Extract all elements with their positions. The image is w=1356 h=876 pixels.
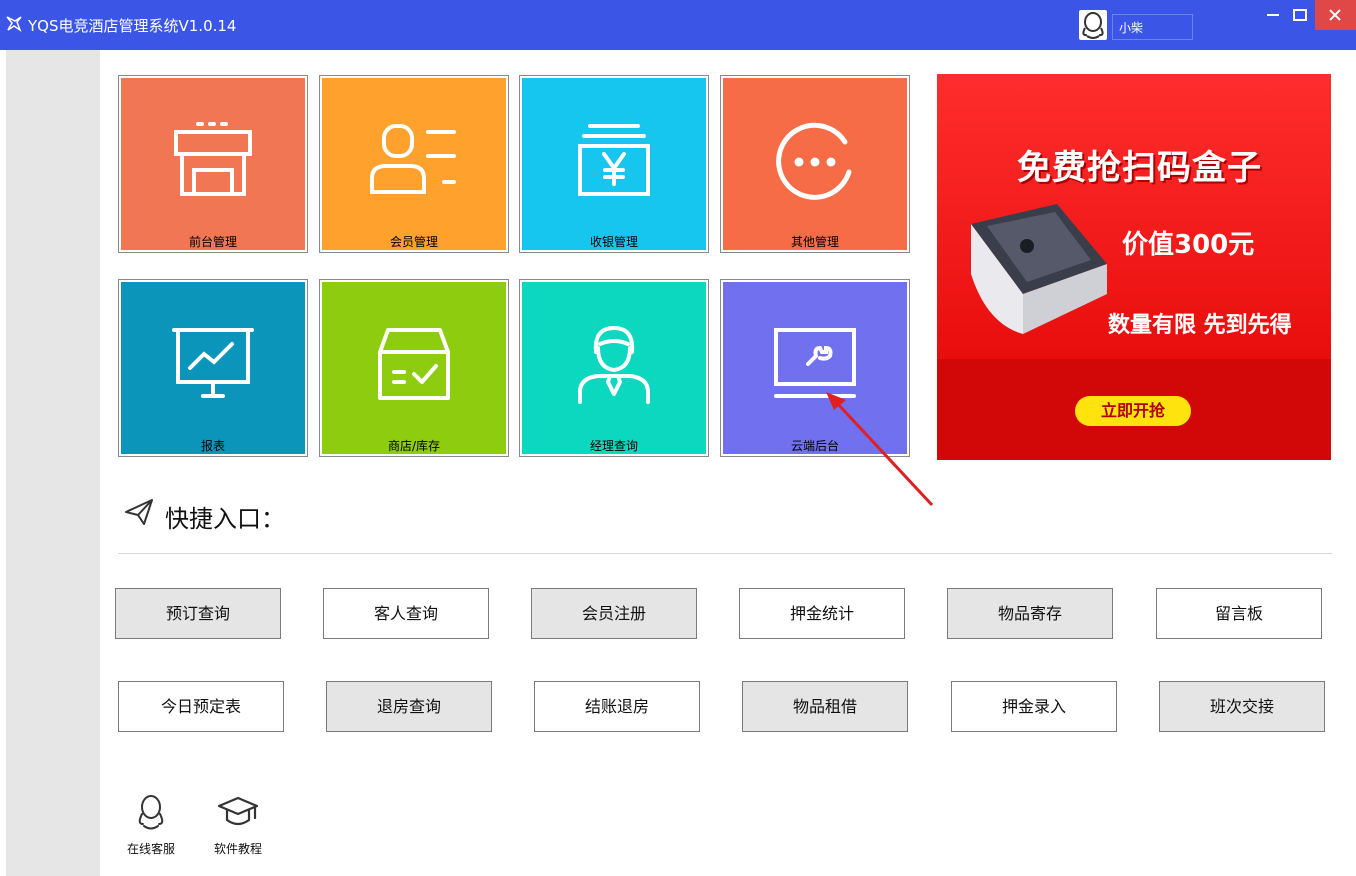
message-board-button[interactable]: 留言板 [1156,588,1322,639]
tile-cloud-backend[interactable]: 云端后台 [720,279,910,457]
deposit-stats-button[interactable]: 押金统计 [739,588,905,639]
tile-label: 前台管理 [188,235,237,249]
tile-other[interactable]: 其他管理 [720,75,910,253]
shift-handover-button[interactable]: 班次交接 [1159,681,1325,732]
storefront-icon [174,122,252,197]
title-bar: YQS电竞酒店管理系统V1.0.14 小柴 [0,0,1356,50]
tile-store-inventory[interactable]: 商店/库存 [319,279,509,457]
grab-now-button[interactable]: 立即开抢 [1075,396,1191,426]
online-support-link[interactable]: 在线客服 [116,794,186,857]
software-tutorial-label: 软件教程 [213,842,262,856]
member-register-button[interactable]: 会员注册 [531,588,697,639]
manager-icon [578,326,650,405]
tile-label: 云端后台 [790,439,839,453]
banner-value: 价值300元 [1122,230,1255,260]
promo-banner[interactable]: 免费抢扫码盒子 价值300元 数量有限 先到先得 立即开抢 [937,74,1331,460]
booking-query-button[interactable]: 预订查询 [115,588,281,639]
today-booking-button[interactable]: 今日预定表 [118,681,284,732]
username: 小柴 [1119,21,1144,35]
checkout-query-button[interactable]: 退房查询 [326,681,492,732]
scanner-box-icon [971,204,1107,334]
app-logo-icon [6,16,22,32]
paper-plane-icon [125,499,153,525]
report-chart-icon [172,328,254,399]
settle-checkout-button[interactable]: 结账退房 [534,681,700,732]
cloud-monitor-icon [774,328,856,399]
app-title: YQS电竞酒店管理系统V1.0.14 [28,17,237,35]
banner-title: 免费抢扫码盒子 [1017,148,1262,188]
graduation-cap-icon [217,796,259,826]
cashier-yen-icon [578,124,650,197]
more-dots-icon [776,123,852,201]
banner-slogan: 数量有限 先到先得 [1108,313,1292,338]
tile-reports[interactable]: 报表 [118,279,308,457]
item-rental-button[interactable]: 物品租借 [742,681,908,732]
qq-avatar-icon [1082,12,1104,39]
tile-label: 报表 [200,439,225,453]
minimize-button[interactable] [1259,0,1287,30]
item-storage-button[interactable]: 物品寄存 [947,588,1113,639]
deposit-entry-button[interactable]: 押金录入 [951,681,1117,732]
member-card-icon [370,124,456,195]
online-support-label: 在线客服 [126,842,175,856]
tile-front-desk[interactable]: 前台管理 [118,75,308,253]
store-box-icon [378,328,450,401]
divider [118,553,1332,554]
username-box[interactable]: 小柴 [1112,14,1193,40]
tile-member[interactable]: 会员管理 [319,75,509,253]
user-avatar[interactable] [1079,10,1107,40]
sidebar-strip [6,50,100,876]
tile-label: 其他管理 [790,235,839,249]
tile-label: 商店/库存 [387,439,441,453]
tile-label: 收银管理 [589,235,638,249]
qq-penguin-icon [138,795,164,830]
tile-label: 经理查询 [589,439,638,453]
tile-label: 会员管理 [389,235,438,249]
close-button[interactable] [1315,0,1356,30]
guest-query-button[interactable]: 客人查询 [323,588,489,639]
tile-cashier[interactable]: 收银管理 [519,75,709,253]
maximize-button[interactable] [1285,0,1313,30]
tile-manager-query[interactable]: 经理查询 [519,279,709,457]
quick-entry-title: 快捷入口： [165,505,285,533]
software-tutorial-link[interactable]: 软件教程 [203,794,273,857]
